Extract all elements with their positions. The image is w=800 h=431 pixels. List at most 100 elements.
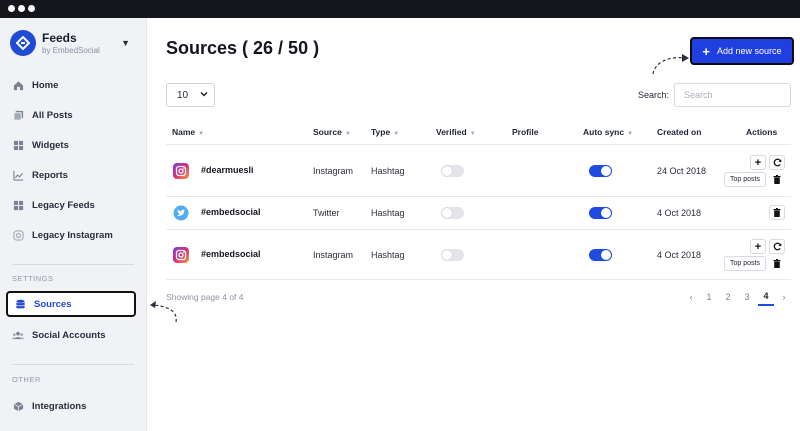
top-posts-button[interactable]: Top posts xyxy=(724,172,766,187)
refresh-icon-button[interactable] xyxy=(769,155,785,170)
sidebar-item-label: Integrations xyxy=(32,400,87,412)
source-type: Hashtag xyxy=(371,208,405,218)
divider xyxy=(12,364,134,365)
verified-toggle[interactable] xyxy=(441,207,464,219)
chevron-down-icon xyxy=(200,90,208,100)
database-icon xyxy=(14,298,26,310)
sort-icon: ▼ xyxy=(627,131,634,137)
add-icon-button[interactable]: + xyxy=(750,155,766,170)
column-header-auto-sync[interactable]: Auto sync ▼ xyxy=(583,127,633,137)
grid-icon xyxy=(12,139,24,151)
created-date: 4 Oct 2018 xyxy=(657,250,702,260)
page-size-select[interactable]: 10 xyxy=(166,83,215,107)
column-header-profile: Profile xyxy=(512,127,539,137)
sidebar-item-label: Social Accounts xyxy=(32,329,106,341)
table-row: #embedsocial Twitter Hashtag 4 Oct 2018 xyxy=(166,197,791,229)
sidebar: Feeds by EmbedSocial ▼ Home All Posts Wi… xyxy=(0,18,147,431)
window-dot xyxy=(8,5,15,12)
trash-icon[interactable] xyxy=(769,172,785,187)
sidebar-item-social-accounts[interactable]: Social Accounts xyxy=(0,322,147,348)
add-icon-button[interactable]: + xyxy=(750,239,766,254)
column-header-verified[interactable]: Verified ▼ xyxy=(436,127,476,137)
section-label-other: OTHER xyxy=(12,375,41,384)
auto-sync-toggle[interactable] xyxy=(589,207,612,219)
refresh-icon-button[interactable] xyxy=(769,239,785,254)
sidebar-item-widgets[interactable]: Widgets xyxy=(0,132,147,158)
instagram-icon xyxy=(173,247,189,263)
trash-icon[interactable] xyxy=(769,205,785,220)
window-dot xyxy=(28,5,35,12)
home-icon xyxy=(12,79,24,91)
sidebar-item-reports[interactable]: Reports xyxy=(0,162,147,188)
page-size-value: 10 xyxy=(177,89,189,101)
sidebar-item-label: Legacy Feeds xyxy=(32,199,95,211)
table-row: #embedsocial Instagram Hashtag 4 Oct 201… xyxy=(166,230,791,279)
column-header-created-on: Created on xyxy=(657,127,702,137)
instagram-outline-icon xyxy=(12,229,24,241)
trash-icon[interactable] xyxy=(769,256,785,271)
sort-icon: ▼ xyxy=(469,131,476,137)
source-type: Hashtag xyxy=(371,166,405,176)
search-input[interactable]: Search xyxy=(674,83,791,107)
verified-toggle[interactable] xyxy=(441,165,464,177)
plus-icon: + xyxy=(702,43,711,59)
sort-icon: ▼ xyxy=(393,131,400,137)
brand-title: Feeds xyxy=(42,31,77,45)
created-date: 4 Oct 2018 xyxy=(657,208,702,218)
sidebar-item-legacy-instagram[interactable]: Legacy Instagram xyxy=(0,222,147,248)
sidebar-item-label: Legacy Instagram xyxy=(32,229,113,241)
table-divider xyxy=(166,279,791,280)
sidebar-item-sources[interactable]: Sources xyxy=(6,291,136,317)
add-new-source-button[interactable]: + Add new source xyxy=(690,37,794,65)
pagination-page-1[interactable]: 1 xyxy=(701,288,717,306)
column-header-type[interactable]: Type ▼ xyxy=(371,127,399,137)
embedsocial-logo-icon xyxy=(10,30,36,56)
sidebar-item-label: Home xyxy=(32,79,59,91)
source-name[interactable]: #dearmuesli xyxy=(201,165,254,175)
divider xyxy=(12,264,134,265)
source-name[interactable]: #embedsocial xyxy=(201,207,261,217)
pagination-page-2[interactable]: 2 xyxy=(720,288,736,306)
column-header-source[interactable]: Source ▼ xyxy=(313,127,351,137)
users-icon xyxy=(12,329,24,341)
source-name[interactable]: #embedsocial xyxy=(201,249,261,259)
source-network: Instagram xyxy=(313,166,354,176)
auto-sync-toggle[interactable] xyxy=(589,249,612,261)
window-dot xyxy=(18,5,25,12)
main-content: Sources ( 26 / 50 ) + Add new source 10 … xyxy=(147,18,800,431)
verified-toggle[interactable] xyxy=(441,249,464,261)
posts-icon xyxy=(12,109,24,121)
brand-subtitle: by EmbedSocial xyxy=(42,46,100,55)
window-titlebar xyxy=(0,0,800,18)
pagination-page-4[interactable]: 4 xyxy=(758,288,774,306)
table-row: #dearmuesli Instagram Hashtag 24 Oct 201… xyxy=(166,145,791,196)
instagram-icon xyxy=(173,163,189,179)
chart-icon xyxy=(12,169,24,181)
top-posts-button[interactable]: Top posts xyxy=(724,256,766,271)
auto-sync-toggle[interactable] xyxy=(589,165,612,177)
sidebar-item-legacy-feeds[interactable]: Legacy Feeds xyxy=(0,192,147,218)
sidebar-item-label: Widgets xyxy=(32,139,69,151)
pagination-prev[interactable]: ‹ xyxy=(683,288,699,306)
search-label: Search: xyxy=(638,90,670,100)
source-network: Instagram xyxy=(313,250,354,260)
callout-arrow xyxy=(652,54,689,75)
sort-icon: ▼ xyxy=(198,131,205,137)
sidebar-item-label: All Posts xyxy=(32,109,73,121)
brand-switcher[interactable]: Feeds by EmbedSocial ▼ xyxy=(10,30,138,64)
sidebar-item-home[interactable]: Home xyxy=(0,72,147,98)
cube-icon xyxy=(12,400,24,412)
pagination-info: Showing page 4 of 4 xyxy=(166,292,244,302)
twitter-icon xyxy=(173,205,189,221)
pagination-page-3[interactable]: 3 xyxy=(739,288,755,306)
sidebar-item-label: Sources xyxy=(34,298,72,310)
refresh-icon xyxy=(773,158,782,167)
pagination-next[interactable]: › xyxy=(776,288,792,306)
sidebar-item-integrations[interactable]: Integrations xyxy=(0,393,147,419)
section-label-settings: SETTINGS xyxy=(12,274,54,283)
source-type: Hashtag xyxy=(371,250,405,260)
column-header-actions: Actions xyxy=(746,127,778,137)
sidebar-item-all-posts[interactable]: All Posts xyxy=(0,102,147,128)
add-new-source-label: Add new source xyxy=(717,46,782,56)
column-header-name[interactable]: Name ▼ xyxy=(172,127,204,137)
